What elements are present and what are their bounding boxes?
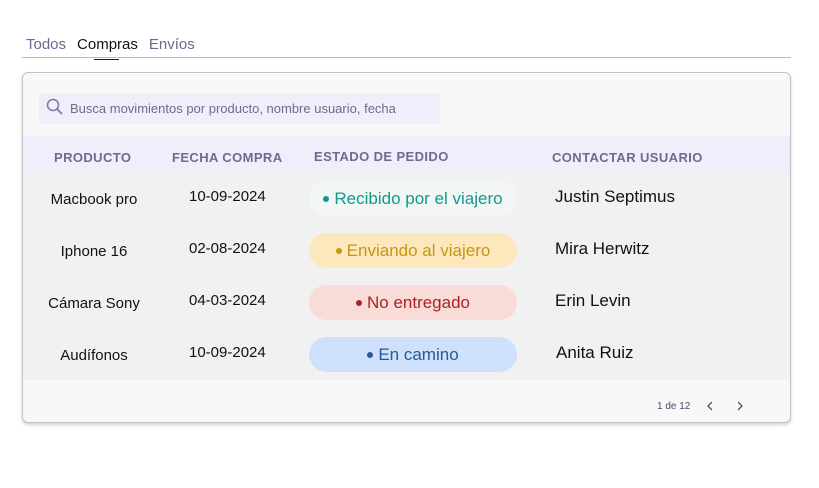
status-dot (367, 351, 374, 358)
search-box[interactable] (39, 93, 440, 124)
table-footer: 1 de 12 (23, 380, 790, 422)
search-icon (46, 98, 63, 120)
contact-user-link[interactable]: Erin Levin (555, 291, 631, 311)
status-dot (335, 247, 342, 254)
date-cell: 10-09-2024 (189, 188, 266, 205)
product-cell: Macbook pro (50, 191, 138, 208)
table-row[interactable]: Cámara Sony 04-03-2024 No entregado Erin… (23, 276, 790, 328)
tab-envios[interactable]: Envíos (149, 36, 195, 58)
status-label: Recibido por el viajero (334, 188, 503, 208)
header-fecha-compra: FECHA COMPRA (172, 150, 283, 165)
status-badge: Recibido por el viajero (309, 181, 517, 216)
status-dot (355, 299, 362, 306)
contact-user-link[interactable]: Mira Herwitz (555, 239, 649, 259)
date-cell: 04-03-2024 (189, 292, 266, 309)
status-label: No entregado (366, 292, 471, 312)
date-cell: 02-08-2024 (189, 240, 266, 257)
contact-user-link[interactable]: Anita Ruiz (556, 343, 633, 363)
table-header: PRODUCTO FECHA COMPRA ESTADO DE PEDIDO C… (23, 136, 790, 172)
product-cell: Iphone 16 (60, 243, 128, 260)
status-label: Enviando al viajero (346, 240, 491, 260)
status-dot (323, 195, 330, 202)
tabs-divider (22, 57, 791, 58)
status-label: En camino (378, 344, 459, 364)
chevron-right-icon[interactable] (733, 399, 747, 413)
tab-compras[interactable]: Compras (77, 36, 138, 60)
header-producto: PRODUCTO (54, 150, 132, 165)
search-input[interactable] (70, 101, 430, 116)
status-badge: Enviando al viajero (309, 233, 517, 268)
contact-user-link[interactable]: Justin Septimus (555, 187, 675, 207)
purchases-card: PRODUCTO FECHA COMPRA ESTADO DE PEDIDO C… (22, 72, 791, 423)
date-cell: 10-09-2024 (189, 344, 266, 361)
product-cell: Cámara Sony (48, 295, 140, 312)
header-estado-pedido: ESTADO DE PEDIDO (314, 149, 449, 164)
header-contactar-usuario: CONTACTAR USUARIO (552, 150, 703, 165)
chevron-left-icon[interactable] (703, 399, 717, 413)
table-row[interactable]: Macbook pro 10-09-2024 Recibido por el v… (23, 172, 790, 224)
tab-todos[interactable]: Todos (26, 36, 66, 58)
tab-bar: Todos Compras Envíos (26, 36, 206, 60)
product-cell: Audífonos (60, 347, 128, 364)
status-badge: No entregado (309, 285, 517, 320)
table-body: Macbook pro 10-09-2024 Recibido por el v… (23, 172, 790, 380)
table-row[interactable]: Audífonos 10-09-2024 En camino Anita Rui… (23, 328, 790, 380)
table-row[interactable]: Iphone 16 02-08-2024 Enviando al viajero… (23, 224, 790, 276)
status-badge: En camino (309, 337, 517, 372)
page-indicator: 1 de 12 (657, 401, 691, 412)
